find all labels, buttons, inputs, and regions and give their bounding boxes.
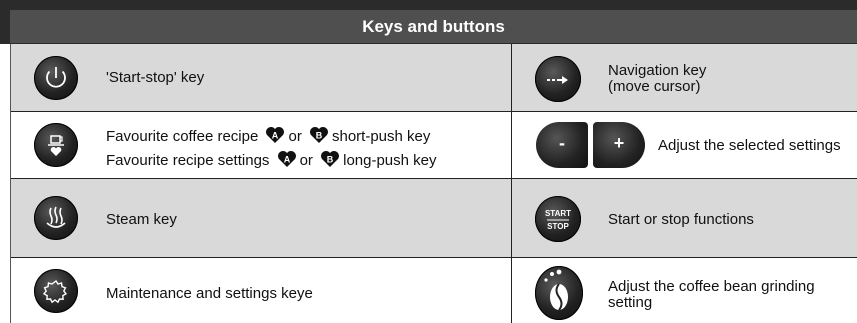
table-title: Keys and buttons [10, 10, 857, 43]
stop-text: STOP [547, 222, 569, 231]
heart-b-icon: B [310, 127, 328, 143]
heart-b-letter: B [327, 155, 334, 165]
navigation-arrow-icon[interactable] [535, 56, 581, 102]
heart-a-letter: A [283, 155, 290, 165]
short-push-key-text: short-push key [332, 128, 431, 145]
heart-a-icon: A [266, 127, 285, 143]
minus-button-label: - [559, 133, 565, 153]
divider [10, 111, 857, 112]
plus-button[interactable]: + [593, 122, 645, 168]
maintenance-settings-key-label: Maintenance and settings keye [106, 285, 313, 302]
heart-b-icon: B [321, 151, 340, 167]
table-header: Keys and buttons [0, 0, 857, 44]
grinding-setting-sublabel: setting [608, 294, 653, 311]
or-text: or [299, 152, 313, 169]
start-stop-functions-label: Start or stop functions [608, 211, 754, 228]
divider [10, 257, 857, 258]
steam-icon[interactable] [34, 196, 78, 240]
left-border [10, 44, 11, 323]
column-divider [511, 44, 512, 323]
divider [10, 178, 857, 179]
favourite-coffee-icon[interactable] [34, 123, 78, 167]
favourite-short-push-label: Favourite coffee recipe A or B short-pus… [106, 126, 430, 146]
steam-key-label: Steam key [106, 211, 177, 228]
minus-button[interactable]: - [536, 122, 588, 168]
favourite-recipe-settings-text: Favourite recipe settings [106, 152, 270, 169]
favourite-coffee-recipe-text: Favourite coffee recipe [106, 128, 259, 145]
power-icon[interactable] [34, 56, 78, 100]
navigation-key-sublabel: (move cursor) [608, 78, 701, 95]
or-text: or [288, 128, 302, 145]
gear-icon[interactable] [34, 269, 78, 313]
keys-and-buttons-table: Keys and buttons 'Start-stop' key Naviga… [0, 0, 857, 323]
favourite-long-push-label: Favourite recipe settings A or B long-pu… [106, 150, 437, 170]
heart-a-letter: A [272, 131, 279, 141]
heart-b-letter: B [316, 131, 323, 141]
adjust-settings-label: Adjust the selected settings [658, 137, 841, 154]
start-text: START [545, 209, 571, 218]
start-stop-icon[interactable]: START STOP [535, 196, 581, 242]
coffee-bean-icon[interactable] [535, 266, 583, 320]
start-stop-key-label: 'Start-stop' key [106, 69, 205, 86]
plus-button-label: + [613, 133, 625, 153]
long-push-key-text: long-push key [343, 152, 437, 169]
heart-a-icon: A [277, 151, 296, 167]
